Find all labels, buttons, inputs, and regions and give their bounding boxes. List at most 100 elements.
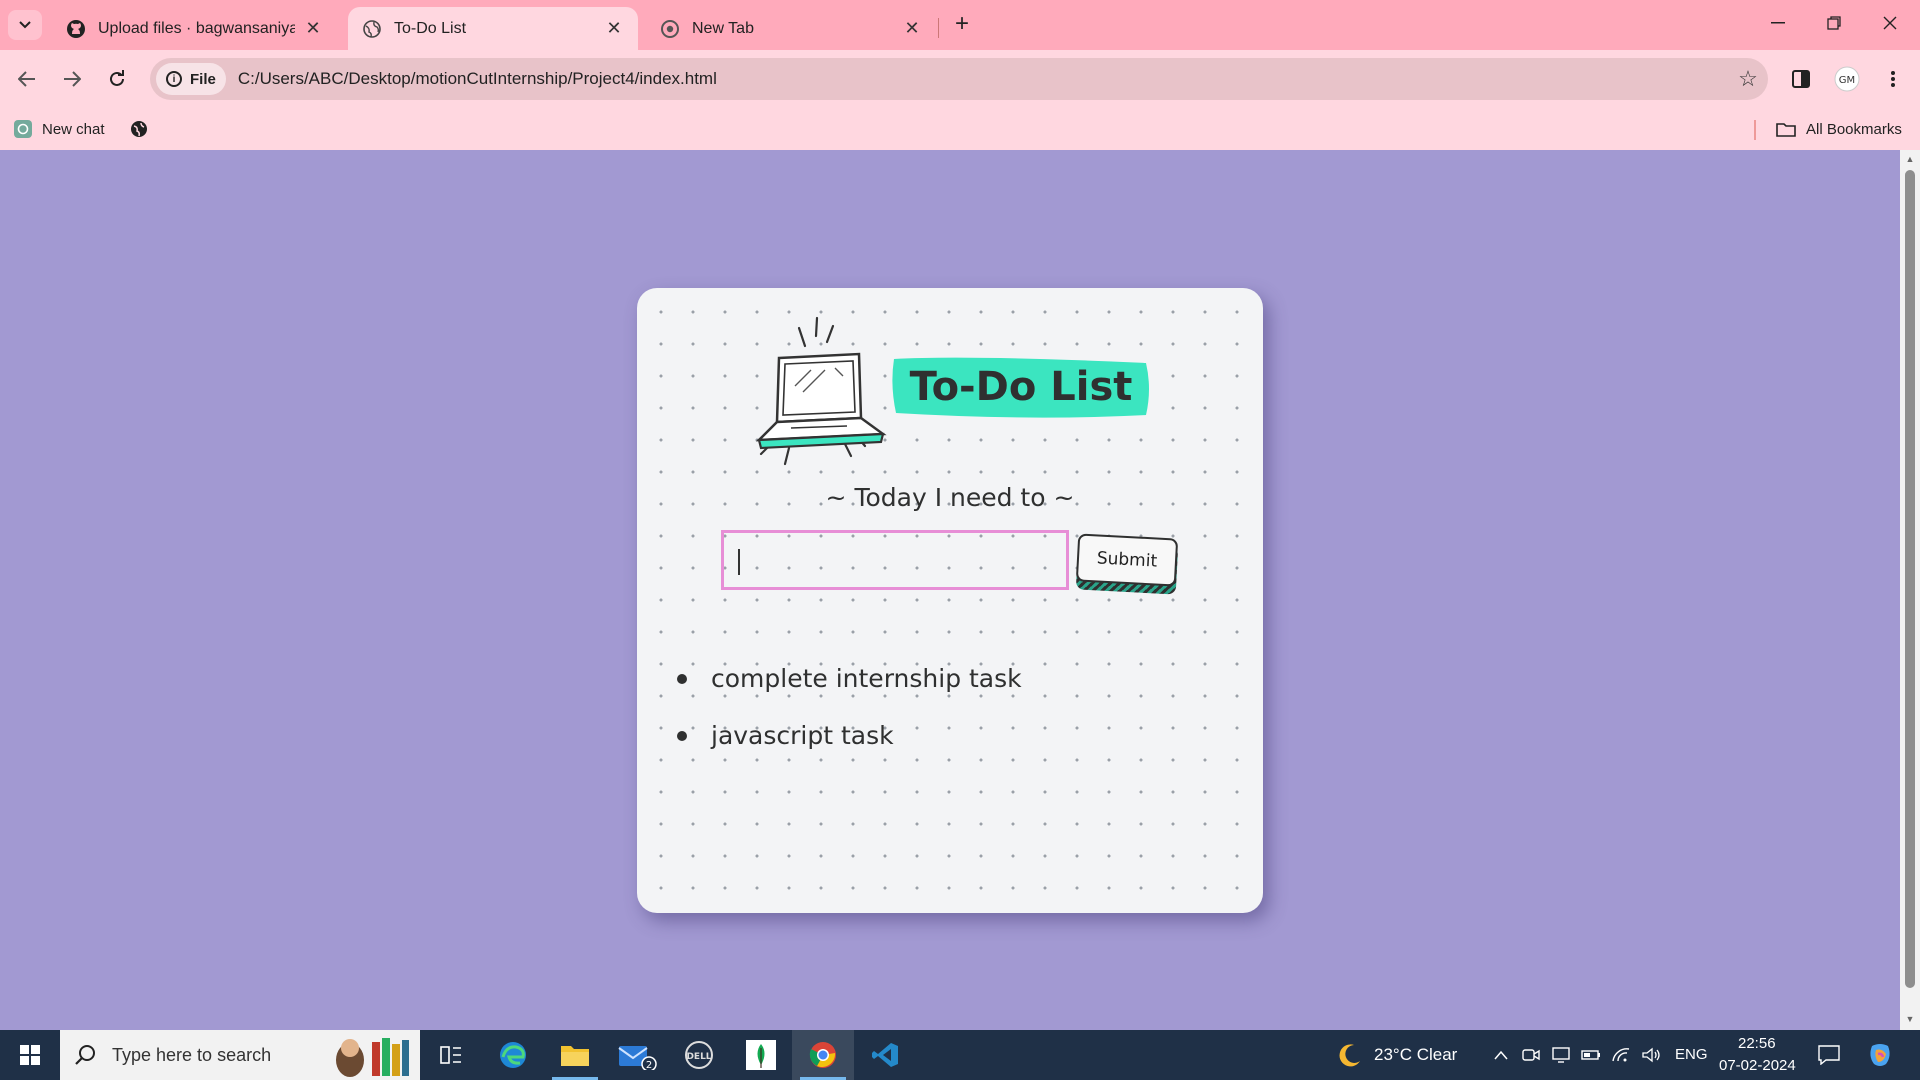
wifi-icon — [1612, 1048, 1630, 1062]
edge-button[interactable] — [482, 1030, 544, 1080]
title-highlight: To-Do List — [890, 353, 1152, 421]
tab-new-tab[interactable]: New Tab ✕ — [646, 7, 936, 50]
globe-icon — [131, 121, 147, 137]
folder-icon — [1776, 123, 1796, 137]
chrome-icon — [660, 19, 680, 39]
vscode-icon — [872, 1043, 898, 1067]
all-bookmarks-button[interactable]: All Bookmarks — [1776, 117, 1902, 141]
dell-icon: DELL — [685, 1041, 713, 1069]
close-tab-icon[interactable]: ✕ — [303, 18, 323, 39]
close-window-button[interactable] — [1870, 8, 1910, 38]
camera-icon — [1522, 1049, 1540, 1061]
file-explorer-button[interactable] — [544, 1030, 606, 1080]
bookmarks-divider — [1754, 120, 1756, 140]
moon-icon — [1339, 1044, 1360, 1067]
task-text: complete internship task — [711, 664, 1022, 693]
close-icon — [1883, 16, 1897, 30]
page-title: To-Do List — [909, 364, 1133, 410]
volume-tray[interactable] — [1638, 1030, 1664, 1080]
menu-button[interactable] — [1876, 62, 1910, 96]
vscode-button[interactable] — [854, 1030, 916, 1080]
wifi-tray[interactable] — [1608, 1030, 1634, 1080]
scrollbar-thumb[interactable] — [1905, 170, 1915, 988]
avatar: GM — [1834, 66, 1860, 92]
back-button[interactable] — [10, 62, 44, 96]
forward-button[interactable] — [55, 62, 89, 96]
search-placeholder: Type here to search — [112, 1044, 272, 1065]
task-view-icon — [440, 1046, 461, 1064]
show-hidden-icons-button[interactable] — [1488, 1030, 1514, 1080]
mongodb-button[interactable] — [730, 1030, 792, 1080]
taskbar-search-box[interactable]: Type here to search — [60, 1030, 420, 1080]
task-text: javascript task — [711, 721, 894, 750]
task-view-button[interactable] — [420, 1030, 482, 1080]
task-input[interactable] — [721, 530, 1069, 590]
close-tab-icon[interactable]: ✕ — [902, 18, 922, 39]
chrome-button[interactable] — [792, 1030, 854, 1080]
minimize-icon — [1771, 22, 1785, 24]
new-tab-button[interactable]: + — [950, 12, 974, 38]
copilot-icon — [1870, 1044, 1890, 1066]
todo-card: To-Do List ~ Today I need to ~ Submit co… — [637, 288, 1263, 913]
display-tray[interactable] — [1548, 1030, 1574, 1080]
tab-search-button[interactable] — [8, 10, 42, 40]
all-bookmarks-label: All Bookmarks — [1806, 120, 1902, 138]
close-tab-icon[interactable]: ✕ — [604, 18, 624, 39]
windows-logo-icon — [20, 1045, 40, 1065]
scroll-down-icon[interactable]: ▼ — [1900, 1014, 1920, 1024]
reload-button[interactable] — [100, 62, 134, 96]
tab-title: Upload files · bagwansaniya/Pro — [98, 19, 295, 37]
profile-button[interactable]: GM — [1830, 62, 1864, 96]
svg-text:DELL: DELL — [686, 1052, 711, 1062]
restore-button[interactable] — [1814, 8, 1854, 38]
edge-icon — [500, 1042, 526, 1068]
weather-text[interactable]: 23°C Clear — [1374, 1045, 1457, 1065]
clock-date[interactable]: 07-02-2024 — [1719, 1057, 1796, 1074]
globe-icon — [362, 19, 382, 39]
start-button[interactable] — [0, 1030, 60, 1080]
bookmark-globe[interactable] — [130, 117, 148, 141]
clock-time[interactable]: 22:56 — [1738, 1035, 1776, 1052]
bookmark-new-chat[interactable]: New chat — [14, 117, 105, 141]
tab-divider — [938, 18, 939, 38]
page-subtitle: ~ Today I need to ~ — [825, 483, 1075, 512]
mail-badge: 2 — [646, 1060, 652, 1070]
battery-tray[interactable] — [1578, 1030, 1604, 1080]
battery-icon — [1581, 1050, 1600, 1060]
mongodb-leaf-icon — [746, 1040, 776, 1070]
tab-todo-list[interactable]: To-Do List ✕ — [348, 7, 638, 50]
address-bar[interactable]: i File C:/Users/ABC/Desktop/motionCutInt… — [150, 58, 1768, 100]
text-caret — [738, 549, 740, 575]
chevron-up-icon — [1494, 1050, 1508, 1060]
page-scrollbar[interactable]: ▲ ▼ — [1900, 150, 1920, 1030]
bullet-icon — [677, 730, 687, 741]
notification-icon — [1818, 1045, 1840, 1065]
submit-button-wrapper[interactable]: Submit — [1075, 533, 1181, 595]
bookmark-label: New chat — [42, 120, 105, 138]
search-highlight-illustration-icon — [336, 1038, 409, 1077]
language-indicator[interactable]: ENG — [1675, 1046, 1708, 1063]
task-item[interactable]: javascript task — [677, 707, 1217, 764]
dell-button[interactable]: DELL — [668, 1030, 730, 1080]
github-icon — [66, 19, 86, 39]
tab-github-upload[interactable]: Upload files · bagwansaniya/Pro ✕ — [52, 7, 337, 50]
mail-button[interactable]: 2 — [606, 1030, 668, 1080]
monitor-icon — [1552, 1047, 1570, 1063]
side-panel-button[interactable] — [1784, 62, 1818, 96]
scroll-up-icon[interactable]: ▲ — [1900, 154, 1920, 164]
url-text[interactable]: C:/Users/ABC/Desktop/motionCutInternship… — [238, 69, 1728, 89]
bookmark-star-icon[interactable]: ☆ — [1728, 66, 1768, 92]
site-info-chip[interactable]: i File — [156, 63, 226, 95]
meet-now-tray[interactable] — [1518, 1030, 1544, 1080]
svg-text:GM: GM — [1839, 75, 1855, 86]
speaker-icon — [1642, 1047, 1660, 1063]
notifications-button[interactable] — [1814, 1030, 1844, 1080]
submit-button[interactable]: Submit — [1075, 533, 1179, 587]
laptop-illustration-icon — [755, 316, 887, 466]
copilot-button[interactable] — [1862, 1030, 1898, 1080]
kebab-menu-icon — [1891, 71, 1895, 87]
task-item[interactable]: complete internship task — [677, 650, 1217, 707]
search-icon — [75, 1045, 95, 1065]
weather-button[interactable] — [1332, 1030, 1366, 1080]
minimize-button[interactable] — [1758, 8, 1798, 38]
